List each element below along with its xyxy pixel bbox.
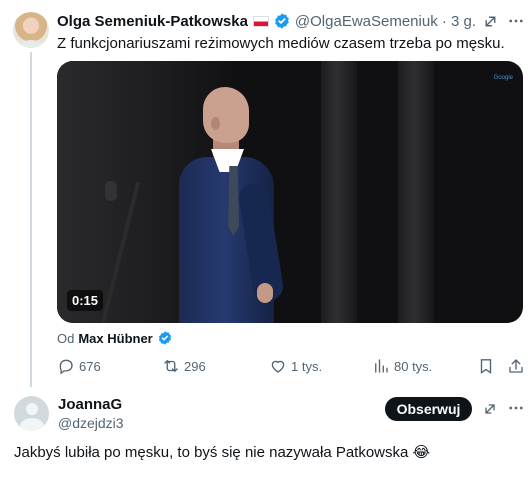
video-player[interactable]: Google 0:15 (57, 61, 523, 323)
views-icon (375, 359, 388, 373)
microphone (105, 181, 117, 201)
reply-author-name[interactable]: JoannaG (58, 396, 122, 413)
video-person (154, 87, 286, 323)
reply-icon (59, 359, 73, 375)
post-actions: 676 296 1 tys. 80 tys. (57, 355, 527, 377)
attribution-author[interactable]: Max Hübner (78, 331, 152, 346)
hand (257, 283, 273, 303)
post-header: Olga Semeniuk-Patkowska @OlgaEwaSemeniuk… (57, 11, 476, 31)
post-author-name[interactable]: Olga Semeniuk-Patkowska (57, 13, 248, 30)
more-icon[interactable] (507, 12, 525, 30)
tie (228, 166, 239, 236)
view-count: 80 tys. (394, 358, 433, 374)
video-watermark: Google (493, 75, 513, 81)
grok-icon[interactable] (482, 13, 499, 30)
repost-count: 296 (184, 358, 206, 374)
bookmark-action[interactable] (477, 355, 495, 377)
stage-column (398, 61, 434, 323)
grok-icon[interactable] (482, 401, 498, 417)
reply-text: Jakbyś lubiła po męsku, to byś się nie n… (14, 444, 431, 461)
thread-connector-line (30, 52, 32, 387)
video-timecode: 0:15 (67, 290, 104, 311)
video-frame: Google (57, 61, 523, 323)
post-author-avatar[interactable] (13, 12, 49, 48)
reply-author-handle[interactable]: @dzejdzi3 (58, 415, 124, 431)
ear (211, 117, 220, 130)
post-author-handle[interactable]: @OlgaEwaSemeniuk · 3 g. (295, 13, 476, 30)
reply-action[interactable]: 676 (57, 355, 101, 377)
video-attribution: Od Max Hübner (57, 329, 173, 347)
stage-column (321, 61, 357, 323)
follow-button[interactable]: Obserwuj (385, 397, 472, 421)
views-action[interactable]: 80 tys. (372, 355, 432, 377)
attribution-prefix: Od (57, 330, 75, 346)
reply-count: 676 (79, 358, 101, 374)
reply-author-avatar[interactable] (14, 396, 49, 431)
bookmark-icon (480, 359, 492, 374)
repost-action[interactable]: 296 (162, 355, 206, 377)
poland-flag-icon (252, 15, 269, 27)
share-action[interactable] (507, 355, 525, 377)
repost-icon (164, 360, 178, 372)
share-icon (509, 359, 523, 373)
post-text: Z funkcjonariuszami reżimowych mediów cz… (57, 35, 505, 52)
verified-badge-icon[interactable] (273, 12, 291, 30)
like-action[interactable]: 1 tys. (269, 355, 322, 377)
like-icon (271, 360, 285, 373)
more-icon[interactable] (507, 399, 525, 417)
like-count: 1 tys. (291, 358, 323, 374)
person-head (203, 87, 249, 143)
verified-badge-icon[interactable] (157, 330, 173, 346)
